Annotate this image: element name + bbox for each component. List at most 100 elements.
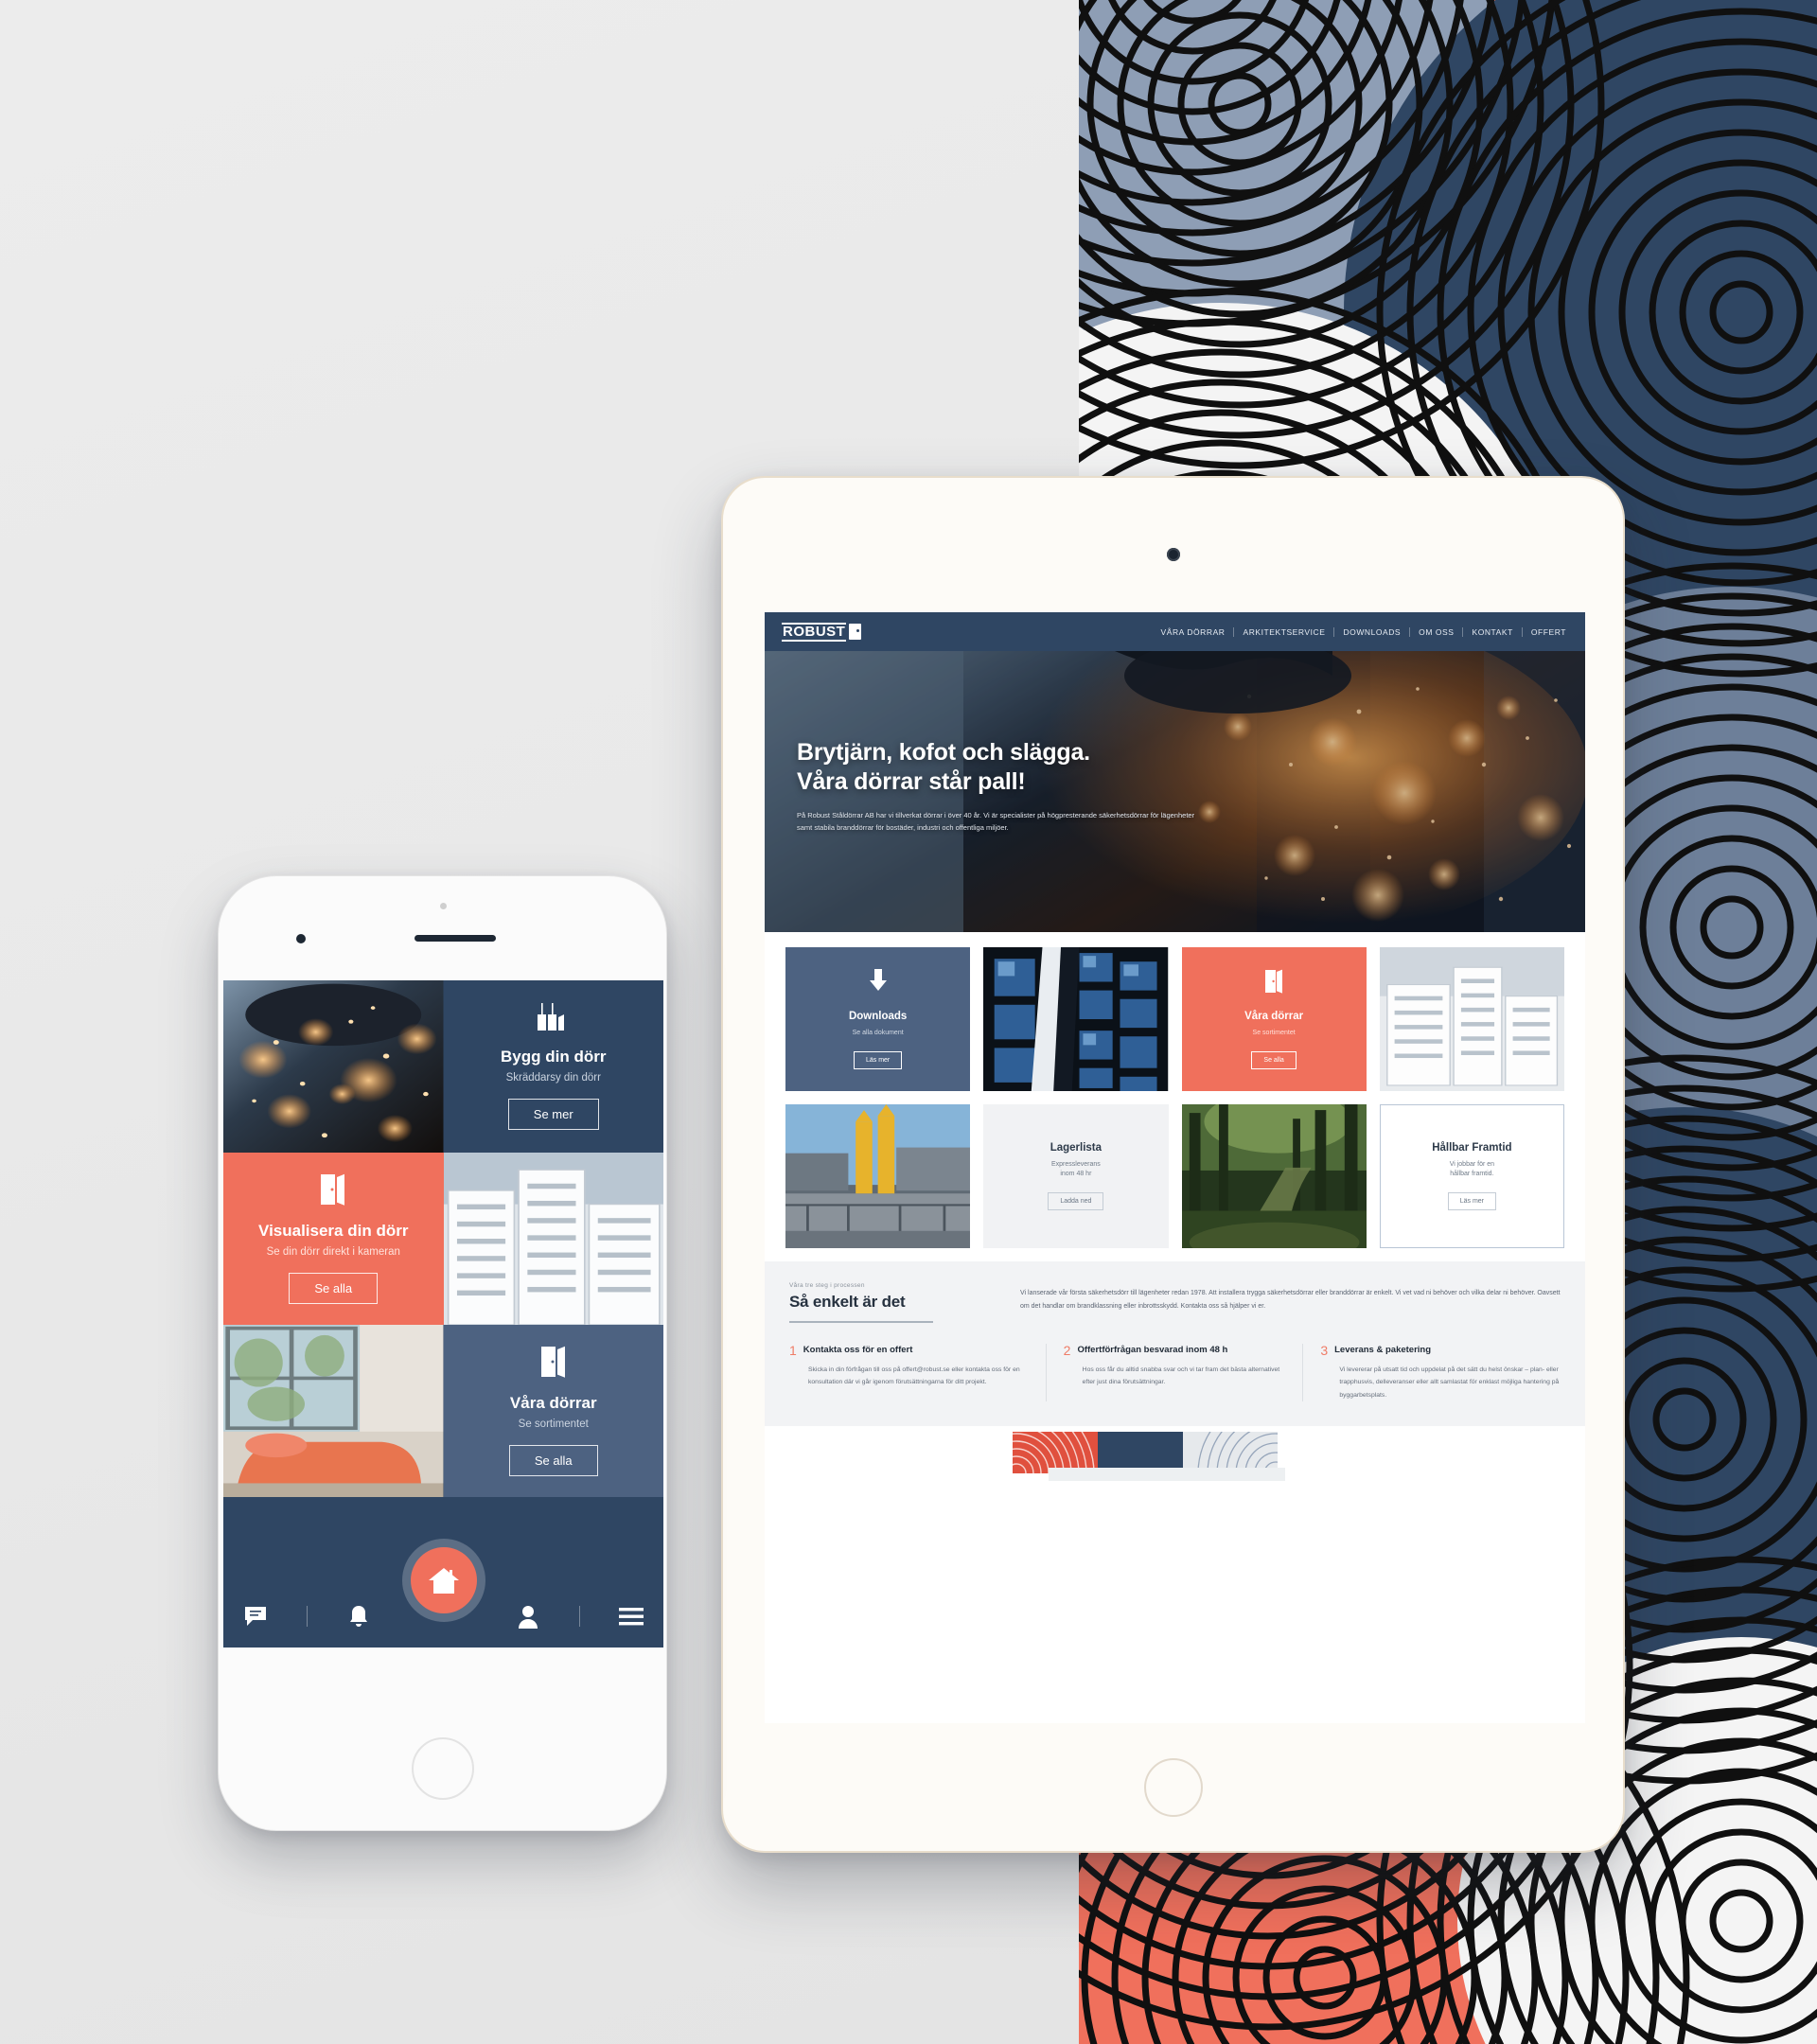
- card-photo-forest[interactable]: [1181, 1104, 1367, 1248]
- card-title: Lagerlista: [1050, 1142, 1103, 1154]
- door-icon: [1264, 969, 1283, 998]
- step-body: Vi levererar på utsatt tid och uppdelat …: [1339, 1366, 1560, 1399]
- site-header: ROBUST VÅRA DÖRRAR ARKITEKTSERVICE DOWNL…: [765, 612, 1585, 651]
- phone-tile-vara-dorrar[interactable]: Våra dörrar Se sortimentet Se alla: [443, 1325, 663, 1497]
- site-logo[interactable]: ROBUST: [782, 622, 862, 642]
- feature-card-grid: Downloads Se alla dokument Läs mer Våra …: [765, 932, 1585, 1261]
- nav-item-om-oss[interactable]: OM OSS: [1410, 626, 1464, 637]
- step-number: 1: [789, 1343, 797, 1358]
- tile-button[interactable]: Se alla: [289, 1273, 379, 1305]
- glass-office-facade-photo: [983, 947, 1169, 1091]
- phone-camera-icon: [296, 934, 306, 943]
- step-number: 3: [1320, 1343, 1329, 1358]
- welding-sparks-hands-photo: [223, 980, 444, 1153]
- phone-tile-visualisera-din-dorr[interactable]: Visualisera din dörr Se din dörr direkt …: [223, 1153, 444, 1325]
- door-icon: [320, 1173, 346, 1210]
- phone-device-mockup: Bygg din dörr Skräddarsy din dörr Se mer…: [218, 875, 667, 1831]
- step-title: Offertförfrågan besvarad inom 48 h: [1077, 1345, 1228, 1355]
- hero-section: Brytjärn, kofot och slägga. Våra dörrar …: [765, 651, 1585, 932]
- phone-screen: Bygg din dörr Skräddarsy din dörr Se mer…: [223, 980, 663, 1648]
- phone-tile-photo-welding[interactable]: [223, 980, 444, 1153]
- tile-subtitle: Se din dörr direkt i kameran: [266, 1246, 400, 1259]
- heading-underline: [789, 1321, 933, 1323]
- card-button[interactable]: Ladda ned: [1048, 1191, 1104, 1210]
- tile-title: Bygg din dörr: [501, 1047, 607, 1066]
- card-downloads[interactable]: Downloads Se alla dokument Läs mer: [785, 947, 971, 1091]
- phone-home-button[interactable]: [411, 1737, 474, 1800]
- tile-title: Våra dörrar: [509, 1393, 597, 1412]
- tile-subtitle: Se sortimentet: [518, 1418, 589, 1431]
- phone-sensor-icon: [439, 903, 447, 909]
- card-hallbar-framtid[interactable]: Hållbar Framtid Vi jobbar för en hållbar…: [1379, 1104, 1564, 1248]
- main-navigation: VÅRA DÖRRAR ARKITEKTSERVICE DOWNLOADS OM…: [1153, 626, 1568, 637]
- phone-tile-bygg-din-dorr[interactable]: Bygg din dörr Skräddarsy din dörr Se mer: [443, 980, 663, 1153]
- tablet-home-button[interactable]: [1143, 1758, 1203, 1817]
- card-button[interactable]: Läs mer: [853, 1050, 903, 1069]
- tile-button[interactable]: Se alla: [508, 1445, 598, 1477]
- card-button[interactable]: Läs mer: [1447, 1191, 1497, 1210]
- step-number: 2: [1063, 1343, 1071, 1358]
- hero-title-line-2: Våra dörrar står pall!: [797, 767, 1026, 795]
- step-body: Skicka in din förfrågan till oss på offe…: [808, 1366, 1020, 1386]
- nav-item-offert[interactable]: OFFERT: [1523, 627, 1568, 637]
- tile-subtitle: Skräddarsy din dörr: [505, 1072, 601, 1084]
- tile-title: Visualisera din dörr: [258, 1221, 409, 1240]
- card-title: Hållbar Framtid: [1432, 1142, 1512, 1154]
- hero-title-line-1: Brytjärn, kofot och slägga.: [797, 739, 1090, 766]
- white-modern-building-photo: [1379, 947, 1564, 1091]
- card-subtitle: Se sortimentet: [1252, 1030, 1296, 1037]
- process-heading: Så enkelt är det: [789, 1293, 906, 1311]
- nav-divider: [306, 1606, 308, 1627]
- industrial-yellow-silo-photo: [785, 1104, 971, 1248]
- hero-copy: Brytjärn, kofot och slägga. Våra dörrar …: [797, 738, 1204, 835]
- card-button[interactable]: Se alla: [1251, 1050, 1297, 1069]
- card-subtitle: Expressleverans inom 48 hr: [1051, 1160, 1101, 1178]
- download-arrow-icon: [868, 969, 889, 998]
- process-step: 3 Leverans & paketering Vi levererar på …: [1303, 1344, 1561, 1401]
- card-subtitle: Vi jobbar för en hållbar framtid.: [1449, 1160, 1495, 1178]
- card-lagerlista[interactable]: Lagerlista Expressleverans inom 48 hr La…: [983, 1104, 1169, 1248]
- nav-item-downloads[interactable]: DOWNLOADS: [1334, 626, 1411, 637]
- tablet-camera-icon: [1166, 548, 1180, 561]
- green-forest-path-photo: [1181, 1104, 1367, 1248]
- tile-button[interactable]: Se mer: [507, 1099, 599, 1131]
- process-section: Våra tre steg i processen Så enkelt är d…: [765, 1261, 1585, 1426]
- nav-divider: [579, 1606, 581, 1627]
- tablet-screen: ROBUST VÅRA DÖRRAR ARKITEKTSERVICE DOWNL…: [765, 612, 1585, 1723]
- person-icon[interactable]: [516, 1604, 540, 1629]
- home-fab-button[interactable]: [410, 1547, 477, 1613]
- phone-tile-photo-livingroom[interactable]: [223, 1325, 444, 1497]
- phone-tile-photo-building[interactable]: [443, 1153, 663, 1325]
- home-icon: [428, 1568, 459, 1594]
- door-icon: [540, 1346, 567, 1383]
- step-body: Hos oss får du alltid snabba svar och vi…: [1082, 1366, 1280, 1386]
- nav-item-arkitektservice[interactable]: ARKITEKTSERVICE: [1234, 626, 1335, 637]
- card-title: Downloads: [848, 1011, 908, 1023]
- chat-bubble-icon[interactable]: [243, 1604, 268, 1629]
- process-eyebrow: Våra tre steg i processen: [789, 1282, 865, 1289]
- living-room-window-photo: [223, 1325, 444, 1497]
- card-title: Våra dörrar: [1244, 1011, 1304, 1023]
- factory-icon: [537, 1002, 571, 1036]
- tablet-device-mockup: ROBUST VÅRA DÖRRAR ARKITEKTSERVICE DOWNL…: [721, 476, 1625, 1853]
- process-step: 1 Kontakta oss för en offert Skicka in d…: [789, 1344, 1047, 1401]
- step-title: Leverans & paketering: [1334, 1345, 1432, 1355]
- step-title: Kontakta oss för en offert: [803, 1345, 913, 1355]
- card-photo-industrial[interactable]: [785, 1104, 971, 1248]
- nav-item-vara-dorrar[interactable]: VÅRA DÖRRAR: [1153, 626, 1235, 637]
- nav-item-kontakt[interactable]: KONTAKT: [1463, 626, 1523, 637]
- footer-pattern-graphic: [765, 1425, 1585, 1489]
- white-modern-building-photo: [443, 1153, 663, 1325]
- card-vara-dorrar[interactable]: Våra dörrar Se sortimentet Se alla: [1181, 947, 1367, 1091]
- hero-body-text: På Robust Ståldörrar AB har vi tillverka…: [797, 810, 1195, 833]
- card-photo-white-building[interactable]: [1379, 947, 1564, 1091]
- footer-decorative-strip: [765, 1425, 1585, 1489]
- bell-icon[interactable]: [346, 1604, 371, 1629]
- card-subtitle: Se alla dokument: [852, 1030, 904, 1037]
- card-photo-glass-facade[interactable]: [983, 947, 1169, 1091]
- process-intro-text: Vi lanserade vår första säkerhetsdörr ti…: [1020, 1290, 1561, 1310]
- hamburger-menu-icon[interactable]: [619, 1604, 644, 1629]
- process-step: 2 Offertförfrågan besvarad inom 48 h Hos…: [1047, 1344, 1304, 1401]
- phone-speaker-grille: [414, 935, 496, 942]
- process-steps: 1 Kontakta oss för en offert Skicka in d…: [789, 1344, 1561, 1401]
